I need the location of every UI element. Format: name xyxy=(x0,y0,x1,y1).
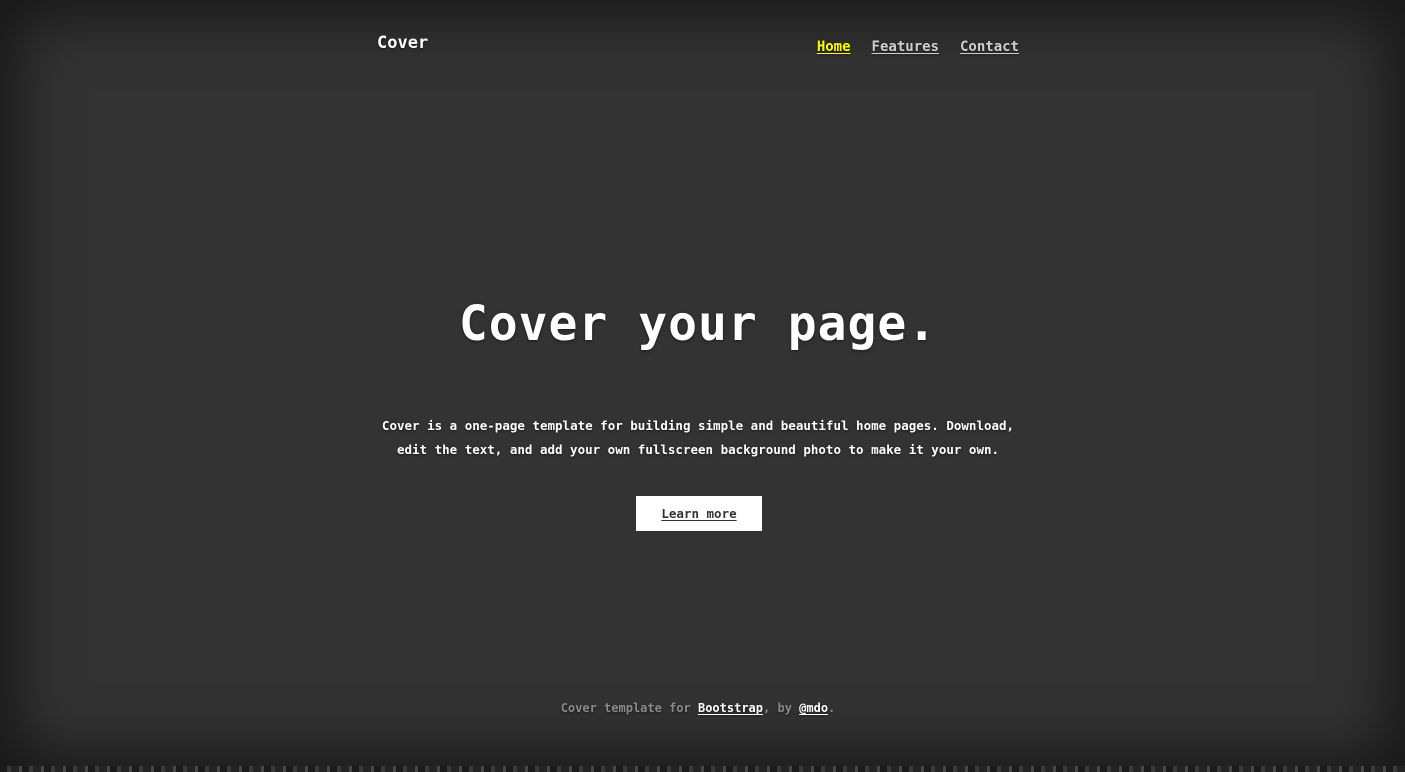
cover-page: Cover Home Features Contact Cover your p… xyxy=(0,0,1405,772)
cover-container: Cover Home Features Contact Cover your p… xyxy=(377,0,1019,766)
brand-logo[interactable]: Cover xyxy=(377,33,428,53)
footer-middle: , by xyxy=(763,701,800,715)
footer-mdo-link[interactable]: @mdo xyxy=(799,701,828,715)
hero-lead-text: Cover is a one-page template for buildin… xyxy=(381,418,1015,457)
main-nav: Home Features Contact xyxy=(817,39,1019,55)
nav-link-features[interactable]: Features xyxy=(872,39,939,55)
footer-suffix: . xyxy=(828,701,836,715)
footer-bootstrap-link[interactable]: Bootstrap xyxy=(698,701,763,715)
nav-link-contact[interactable]: Contact xyxy=(960,39,1019,55)
background-photo-strip xyxy=(0,766,1405,772)
footer-prefix: Cover template for xyxy=(560,701,698,715)
learn-more-button[interactable]: Learn more xyxy=(636,496,762,531)
footer-credit: Cover template for Bootstrap, by @mdo. xyxy=(377,701,1019,715)
hero-title: Cover your page. xyxy=(458,296,938,352)
nav-link-home[interactable]: Home xyxy=(817,39,851,55)
